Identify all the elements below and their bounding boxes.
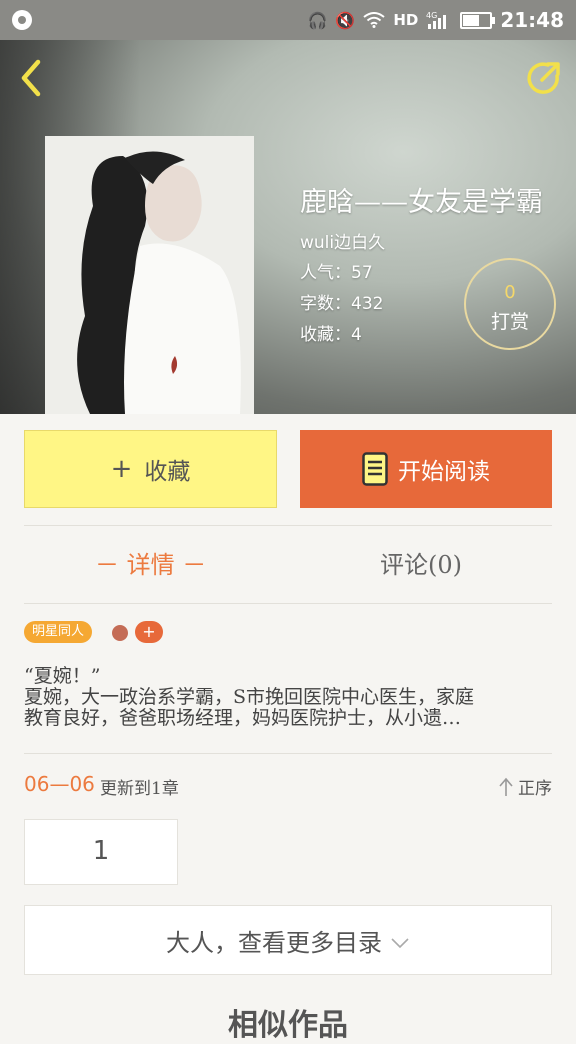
- book-author[interactable]: wuli边白久: [300, 228, 385, 253]
- book-popularity: 人气：57: [300, 263, 373, 283]
- book-header: 鹿晗——女友是学霸 wuli边白久 人气：57 字数：432 收藏：4 0 打赏: [0, 40, 576, 414]
- divider: [24, 603, 552, 604]
- wifi-icon: [363, 12, 385, 28]
- status-bar: 🎧 🔇 HD 4G 21:48: [0, 0, 576, 40]
- favorite-button[interactable]: + 收藏: [24, 430, 277, 508]
- tab-details[interactable]: － 详情 －: [95, 545, 206, 580]
- add-tag-button[interactable]: +: [135, 621, 163, 643]
- more-chapters-button[interactable]: 大人，查看更多目录: [24, 905, 552, 975]
- book-favorites: 收藏：4: [300, 325, 362, 345]
- book-cover: [45, 136, 254, 414]
- sort-order-button[interactable]: 正序: [498, 774, 552, 799]
- synopsis-line: 教育良好，爸爸职场经理，妈妈医院护士，从小遗…: [24, 708, 462, 729]
- start-reading-button[interactable]: 开始阅读: [300, 430, 552, 508]
- reward-button[interactable]: 0 打赏: [464, 258, 556, 350]
- arrow-up-icon: [499, 777, 513, 796]
- divider: [24, 525, 552, 526]
- chevron-left-icon[interactable]: [16, 58, 46, 98]
- update-date: 06—06: [24, 772, 95, 796]
- reward-count: 0: [504, 282, 516, 303]
- app-status-icon: [12, 10, 32, 30]
- similar-works-heading: 相似作品: [228, 1008, 348, 1043]
- clock: 21:48: [500, 8, 564, 32]
- headphones-icon: 🎧: [307, 10, 328, 30]
- update-status: 更新到1章: [100, 779, 179, 799]
- cover-illustration: [45, 136, 254, 414]
- book-title: 鹿晗——女友是学霸: [300, 187, 543, 218]
- book-synopsis[interactable]: “夏婉！” 夏婉，大一政治系学霸，S市挽回医院中心医生，家庭 教育良好，爸爸职场…: [24, 666, 554, 729]
- synopsis-line: “夏婉！”: [24, 666, 101, 687]
- favorite-label: 收藏: [144, 459, 191, 485]
- plus-icon: +: [110, 454, 133, 484]
- chevron-down-icon: [391, 938, 409, 949]
- svg-text:4G: 4G: [426, 11, 437, 20]
- reward-label: 打赏: [490, 311, 529, 333]
- synopsis-line: 夏婉，大一政治系学霸，S市挽回医院中心医生，家庭: [24, 687, 475, 708]
- tag-celebrity-fanfic[interactable]: 明星同人: [24, 621, 93, 643]
- share-icon[interactable]: [526, 60, 562, 96]
- status-indicators: 🎧 🔇 HD 4G 21:48: [307, 8, 564, 32]
- book-word-count: 字数：432: [300, 294, 384, 314]
- network-type: HD: [393, 11, 419, 29]
- battery-icon: [460, 11, 496, 29]
- more-chapters-label: 大人，查看更多目录: [166, 928, 382, 957]
- book-icon: [362, 452, 388, 486]
- signal-icon: 4G: [426, 11, 447, 29]
- start-reading-label: 开始阅读: [398, 459, 490, 485]
- tab-comments[interactable]: 评论(0): [380, 545, 462, 580]
- divider: [24, 753, 552, 754]
- tag-color-dot: [112, 625, 128, 641]
- mute-icon: 🔇: [335, 10, 356, 30]
- sort-label: 正序: [518, 779, 552, 799]
- chapter-item[interactable]: 1: [24, 819, 178, 885]
